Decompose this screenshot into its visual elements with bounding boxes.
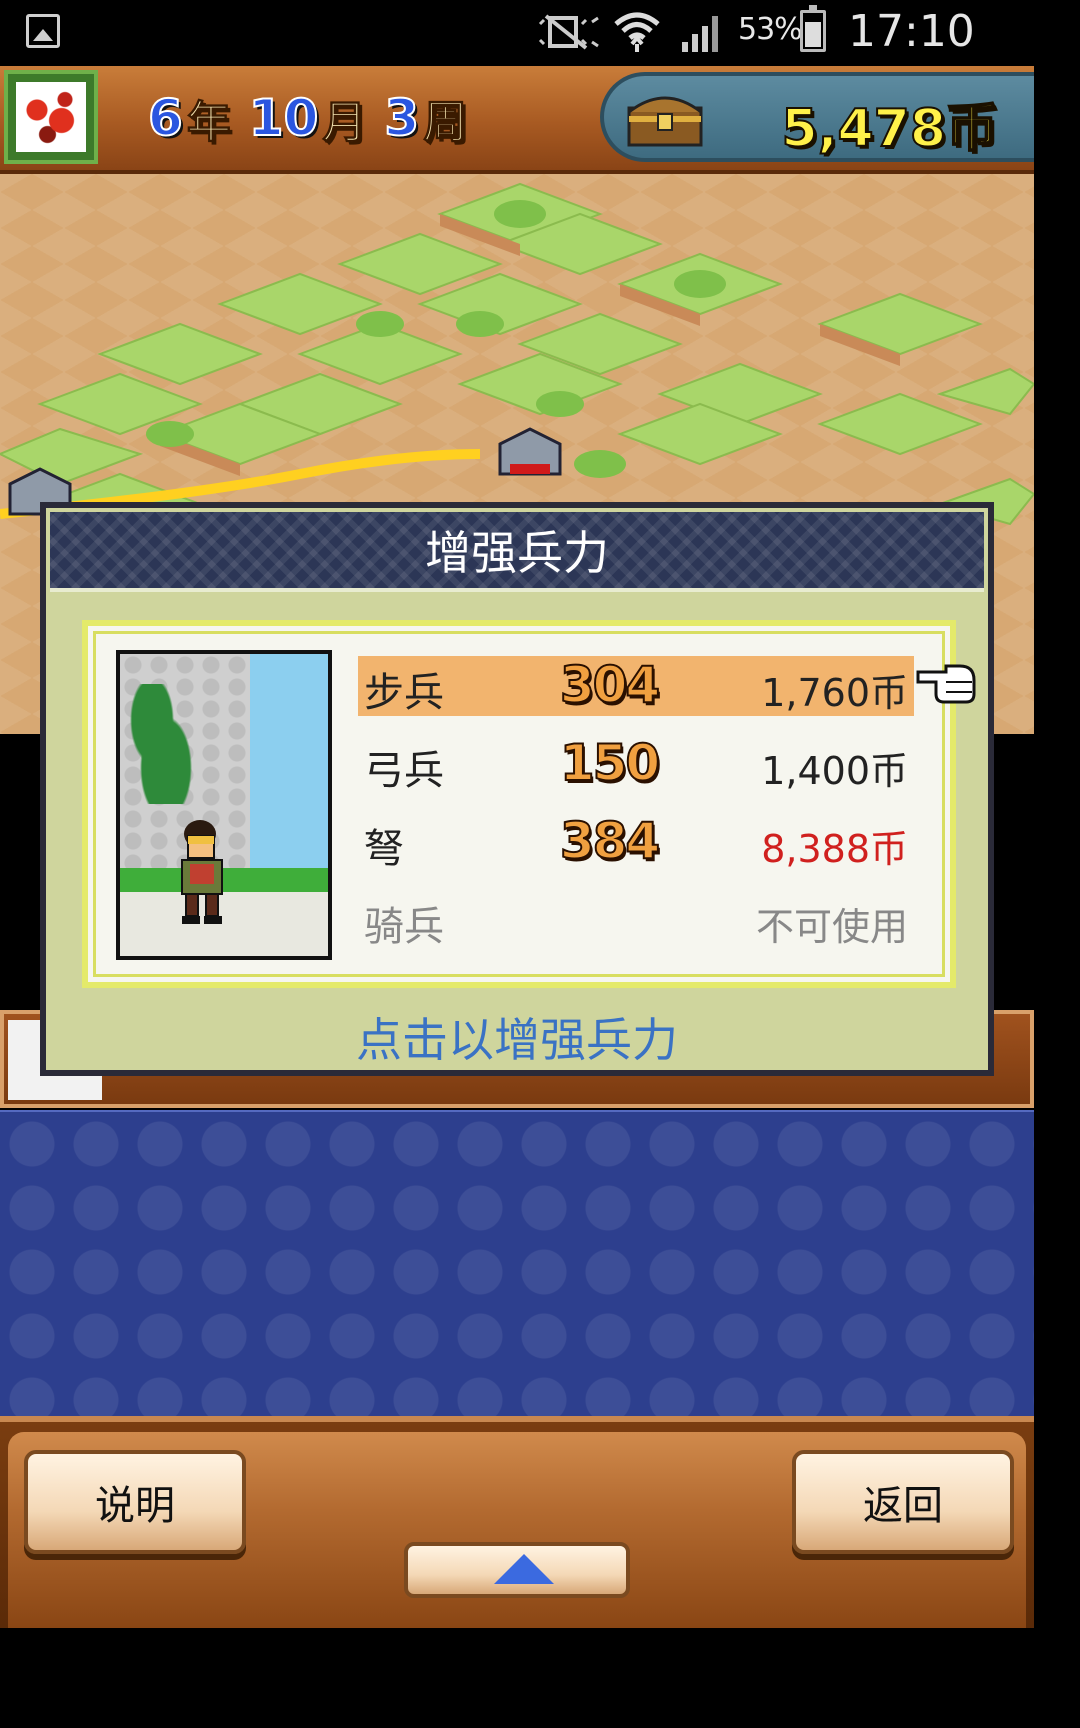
troop-count: 384 (559, 811, 661, 871)
game-header: 6 年 10 月 3 周 5,478币 (0, 66, 1034, 174)
week-unit: 周 (423, 97, 468, 149)
explain-button[interactable]: 说明 (24, 1450, 246, 1554)
year-number: 6 (147, 88, 184, 148)
troop-name: 弓兵 (364, 748, 444, 794)
reinforce-dialog: 增强兵力 步兵 304 1,760币 弓兵 150 1,400币 弩 384 8… (40, 502, 994, 1076)
castle-icon (498, 427, 562, 476)
pointing-hand-icon (916, 664, 976, 704)
money-amount: 5,478币 (781, 98, 999, 160)
troop-count: 304 (559, 655, 661, 715)
troop-price: 不可使用 (755, 905, 908, 949)
troop-row-cavalry: 骑兵 不可使用 (358, 890, 914, 950)
menu-icon[interactable] (4, 70, 98, 164)
soldier-portrait (116, 650, 332, 960)
troop-panel: 步兵 304 1,760币 弓兵 150 1,400币 弩 384 8,388币… (82, 620, 956, 988)
troop-row-archer[interactable]: 弓兵 150 1,400币 (358, 733, 914, 794)
signal-icon (682, 16, 718, 52)
expand-up-button[interactable] (404, 1542, 630, 1598)
troop-price: 8,388币 (761, 827, 908, 871)
clock: 17:10 (848, 6, 975, 57)
troop-row-crossbow[interactable]: 弩 384 8,388币 (358, 811, 914, 872)
mute-vibrate-icon (538, 14, 599, 50)
right-edge (1034, 66, 1080, 1628)
money-panel: 5,478币 (600, 72, 1034, 162)
troop-count: 150 (559, 733, 661, 793)
battery-percent: 53% (738, 12, 803, 47)
info-panel (0, 1110, 1034, 1418)
troop-price: 1,760币 (761, 671, 908, 715)
troop-row-infantry[interactable]: 步兵 304 1,760币 (358, 655, 914, 716)
year-unit: 年 (186, 97, 231, 149)
troop-name: 骑兵 (364, 904, 444, 950)
troop-price: 1,400币 (761, 749, 908, 793)
battery-icon (800, 5, 826, 52)
troop-name: 步兵 (364, 670, 444, 716)
back-button[interactable]: 返回 (792, 1450, 1014, 1554)
navigation-area (0, 1628, 1080, 1728)
gallery-icon (26, 14, 60, 48)
dialog-hint[interactable]: 点击以增强兵力 (46, 1004, 988, 1070)
month-number: 10 (248, 88, 320, 148)
treasure-chest-icon (627, 96, 703, 147)
up-arrow-icon (494, 1554, 554, 1584)
troop-name: 弩 (364, 826, 404, 872)
dialog-title: 增强兵力 (50, 512, 984, 592)
wifi-icon (614, 12, 660, 52)
month-unit: 月 (322, 97, 367, 149)
game-date: 6 年 10 月 3 周 (147, 78, 481, 158)
soldier-sprite (181, 820, 223, 924)
status-bar: 53% 17:10 (0, 0, 1080, 66)
week-number: 3 (383, 88, 420, 148)
